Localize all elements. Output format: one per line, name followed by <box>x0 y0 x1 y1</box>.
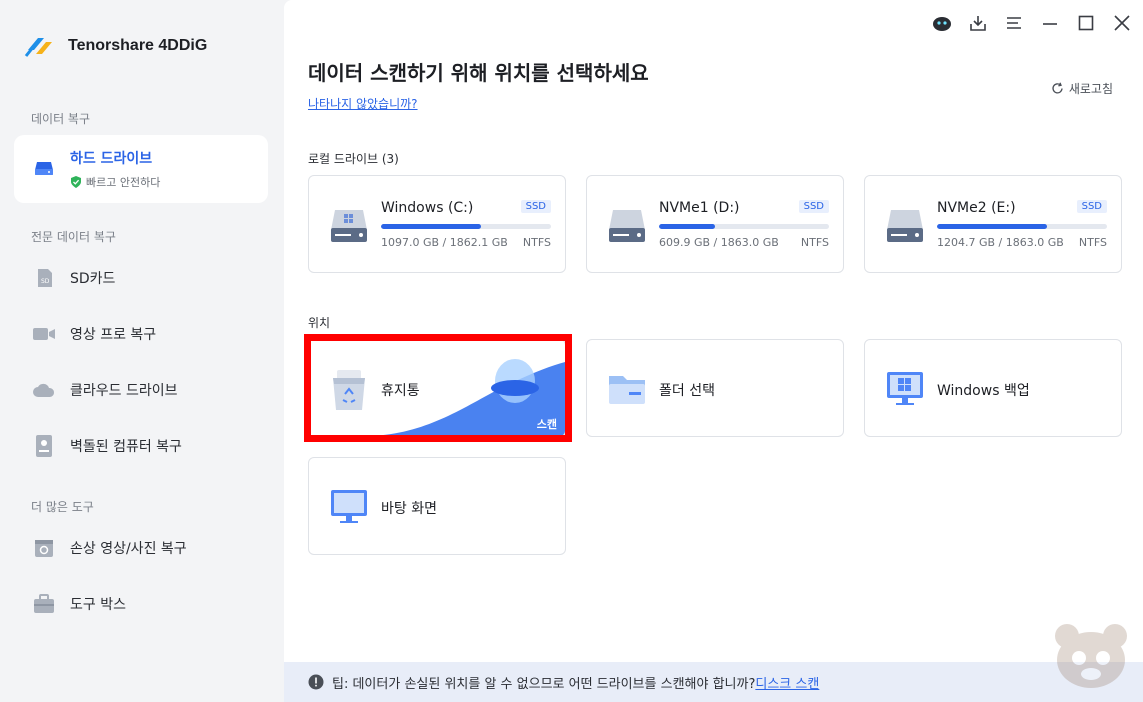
hard-drive-icon <box>32 156 56 180</box>
video-camera-icon <box>32 322 56 346</box>
ssd-badge: SSD <box>798 200 829 213</box>
help-link[interactable]: 나타나지 않았습니까? <box>308 95 418 112</box>
drive-icon <box>329 206 369 248</box>
svg-text:SD: SD <box>41 278 50 285</box>
desktop-icon <box>329 486 369 530</box>
folder-icon <box>607 368 647 412</box>
drive-card-d[interactable]: NVMe1 (D:) SSD 609.9 GB / 1863.0 GB NTFS <box>586 175 844 273</box>
tip-text: 팁: 데이터가 손실된 위치를 알 수 없으므로 어떤 드라이브를 스캔해야 합… <box>332 673 819 692</box>
usage-bar <box>381 224 551 229</box>
scan-wave <box>365 359 565 436</box>
refresh-icon <box>1052 82 1063 94</box>
sidebar-item-toolbox[interactable]: 도구 박스 <box>14 578 268 630</box>
brand-name: Tenorshare 4DDiG <box>68 37 208 54</box>
section-title-more-tools: 더 많은 도구 <box>31 500 94 514</box>
window-controls <box>931 12 1133 34</box>
location-card-recycle-bin[interactable]: 휴지통 스캔 <box>308 339 566 437</box>
sidebar-item-hard-drive[interactable]: 하드 드라이브 빠르고 안전하다 <box>14 135 268 203</box>
sidebar-item-sublabel: 빠르고 안전하다 <box>86 176 161 189</box>
usage-bar-fill <box>381 224 482 229</box>
usage-bar <box>659 224 829 229</box>
location-card-windows-backup[interactable]: Windows 백업 <box>864 339 1122 437</box>
sidebar-item-sub: 빠르고 안전하다 <box>70 174 160 190</box>
drive-name: NVMe2 (E:) <box>937 200 1016 216</box>
sidebar-item-label: 도구 박스 <box>70 597 126 613</box>
drive-filesystem: NTFS <box>800 236 829 249</box>
assistant-icon[interactable] <box>931 12 953 34</box>
shield-check-icon <box>71 176 81 188</box>
drive-card-e[interactable]: NVMe2 (E:) SSD 1204.7 GB / 1863.0 GB NTF… <box>864 175 1122 273</box>
sidebar-item-sd-card[interactable]: SD SD카드 <box>14 252 268 304</box>
refresh-button[interactable]: 새로고침 <box>1051 80 1113 97</box>
section-title-data-recovery: 데이터 복구 <box>31 112 91 126</box>
location-label: 위치 <box>308 316 331 330</box>
sd-card-icon: SD <box>32 266 56 290</box>
brand: Tenorshare 4DDiG <box>22 28 207 64</box>
recycle-bin-icon <box>329 368 369 416</box>
maximize-icon[interactable] <box>1075 12 1097 34</box>
drive-filesystem: NTFS <box>522 236 551 249</box>
local-drives-label: 로컬 드라이브 (3) <box>308 152 399 166</box>
refresh-label: 새로고침 <box>1068 82 1113 96</box>
close-icon[interactable] <box>1111 12 1133 34</box>
location-label: 폴더 선택 <box>659 383 715 399</box>
cloud-icon <box>32 378 56 402</box>
sidebar-item-label: 벽돌된 컴퓨터 복구 <box>70 439 182 455</box>
location-card-desktop[interactable]: 바탕 화면 <box>308 457 566 555</box>
section-title-pro-recovery: 전문 데이터 복구 <box>31 230 116 244</box>
usage-bar-fill <box>659 224 715 229</box>
sidebar-item-label: 손상 영상/사진 복구 <box>70 541 187 557</box>
location-label: 바탕 화면 <box>381 501 437 517</box>
sidebar: Tenorshare 4DDiG 데이터 복구 하드 드라이브 빠르고 안전하다… <box>0 0 284 702</box>
page-title: 데이터 스캔하기 위해 위치를 선택하세요 <box>308 61 649 85</box>
sidebar-item-label: 클라우드 드라이브 <box>70 383 178 399</box>
drive-icon <box>607 206 647 248</box>
scan-button[interactable]: 스캔 <box>537 416 557 432</box>
menu-icon[interactable] <box>1003 12 1025 34</box>
usage-bar <box>937 224 1107 229</box>
bear-mascot-icon <box>1055 624 1127 688</box>
location-card-folder[interactable]: 폴더 선택 <box>586 339 844 437</box>
logo-icon <box>24 38 52 57</box>
drive-size: 1204.7 GB / 1863.0 GB <box>937 236 1064 249</box>
drive-filesystem: NTFS <box>1078 236 1107 249</box>
sidebar-item-label: SD카드 <box>70 271 116 287</box>
info-icon <box>308 674 324 690</box>
sidebar-item-crashed-pc[interactable]: 벽돌된 컴퓨터 복구 <box>14 420 268 472</box>
sidebar-item-video-pro[interactable]: 영상 프로 복구 <box>14 308 268 360</box>
photo-repair-icon <box>32 536 56 560</box>
tip-bar: 팁: 데이터가 손실된 위치를 알 수 없으므로 어떤 드라이브를 스캔해야 합… <box>284 662 1143 702</box>
drive-icon <box>885 206 925 248</box>
location-label: Windows 백업 <box>937 383 1030 399</box>
usage-bar-fill <box>937 224 1047 229</box>
drive-name: NVMe1 (D:) <box>659 200 740 216</box>
download-icon[interactable] <box>967 12 989 34</box>
sidebar-item-label: 영상 프로 복구 <box>70 327 157 343</box>
ssd-badge: SSD <box>1076 200 1107 213</box>
ssd-badge: SSD <box>520 200 551 213</box>
main-panel: 데이터 스캔하기 위해 위치를 선택하세요 나타나지 않았습니까? 새로고침 로… <box>284 0 1143 702</box>
drive-card-c[interactable]: Windows (C:) SSD 1097.0 GB / 1862.1 GB N… <box>308 175 566 273</box>
windows-backup-icon <box>885 368 925 412</box>
drive-size: 1097.0 GB / 1862.1 GB <box>381 236 508 249</box>
tip-message: 팁: 데이터가 손실된 위치를 알 수 없으므로 어떤 드라이브를 스캔해야 합… <box>332 676 756 692</box>
disk-scan-link[interactable]: 디스크 스캔 <box>755 677 819 692</box>
sidebar-item-cloud[interactable]: 클라우드 드라이브 <box>14 364 268 416</box>
toolbox-icon <box>32 592 56 616</box>
sidebar-item-photo-repair[interactable]: 손상 영상/사진 복구 <box>14 522 268 574</box>
drive-size: 609.9 GB / 1863.0 GB <box>659 236 779 249</box>
sidebar-item-label: 하드 드라이브 <box>70 151 153 167</box>
drive-name: Windows (C:) <box>381 200 474 216</box>
minimize-icon[interactable] <box>1039 12 1061 34</box>
crashed-pc-icon <box>32 434 56 458</box>
